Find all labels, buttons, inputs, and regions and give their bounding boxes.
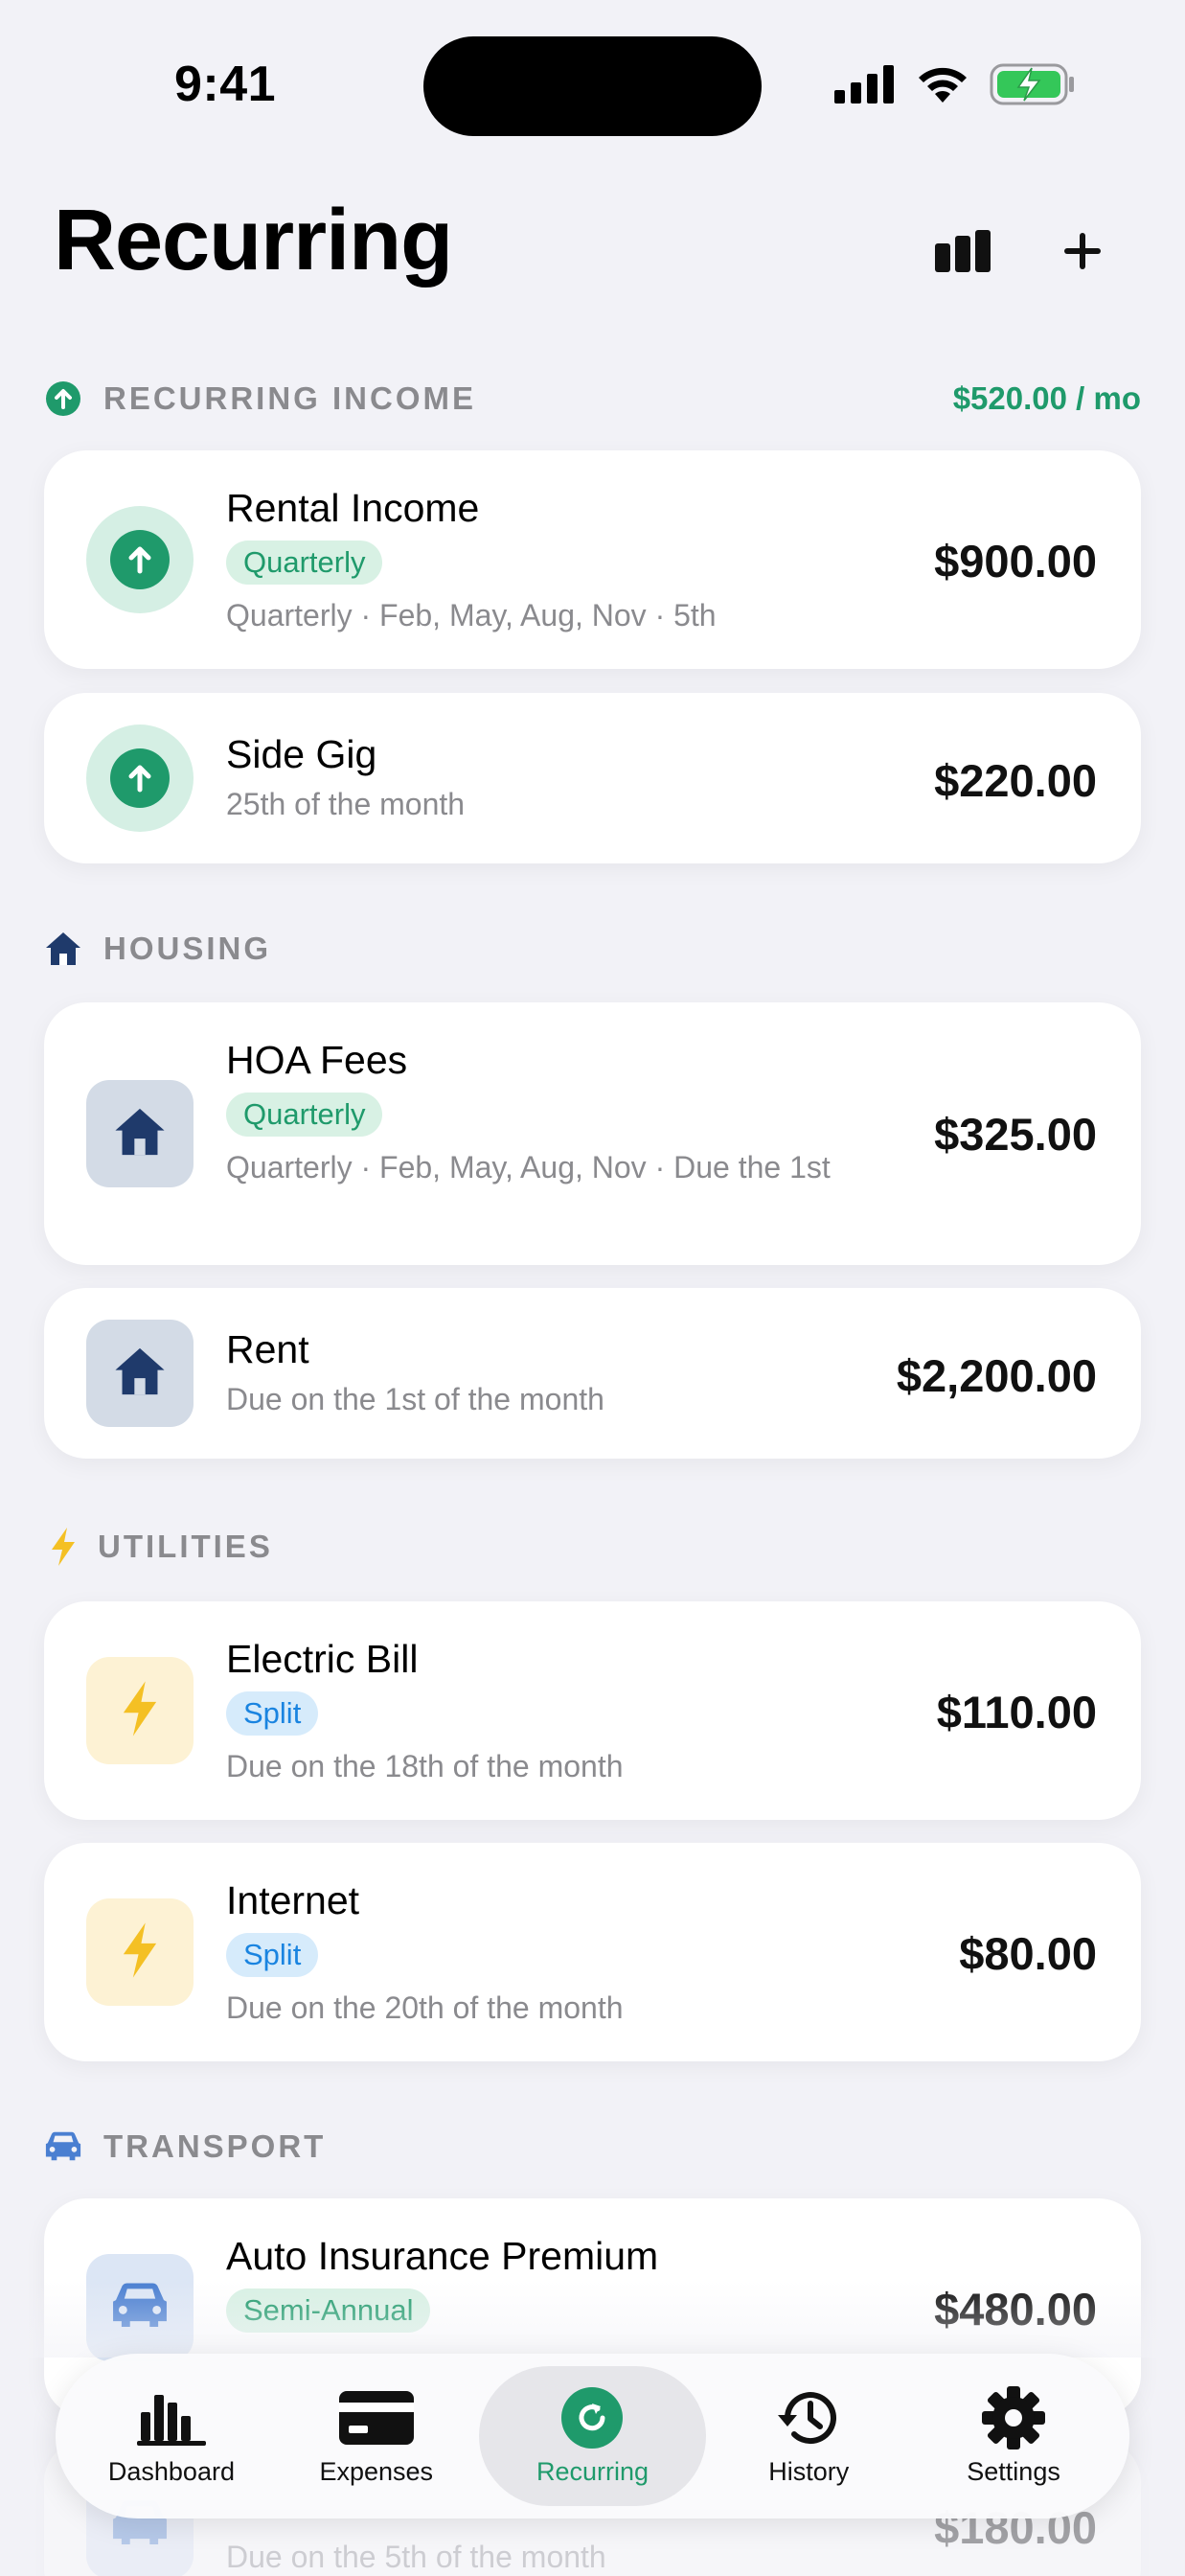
section-label: RECURRING INCOME	[103, 380, 477, 416]
item-schedule: Due on the 5th of the month	[226, 2540, 606, 2574]
item-schedule: Quarterly · Feb, May, Aug, Nov · 5th	[226, 598, 717, 632]
item-info: Electric Bill Split Due on the 18th of t…	[226, 1636, 854, 1787]
credit-card-icon	[338, 2386, 414, 2450]
tab-label: Recurring	[536, 2456, 649, 2486]
section-header-housing: HOUSING	[44, 930, 1141, 968]
item-name: Electric Bill	[226, 1637, 419, 1681]
recurring-item-hoa-fees[interactable]: HOA Fees Quarterly Quarterly · Feb, May,…	[44, 1002, 1141, 1265]
item-amount: $900.00	[934, 536, 1097, 586]
item-schedule: Quarterly · Feb, May, Aug, Nov · Due the…	[226, 1150, 831, 1184]
tab-settings[interactable]: Settings	[911, 2366, 1116, 2506]
item-name: Rent	[226, 1327, 309, 1371]
item-info: Internet Split Due on the 20th of the mo…	[226, 1877, 854, 2029]
item-info: Rent Due on the 1st of the month	[226, 1326, 854, 1420]
item-amount: $110.00	[936, 1687, 1097, 1737]
item-info: Due on the 5th of the month	[226, 2536, 854, 2576]
split-badge: Split	[226, 1933, 319, 1977]
history-icon	[774, 2386, 843, 2450]
item-schedule: Due on the 20th of the month	[226, 1990, 624, 2025]
item-amount: $480.00	[934, 2284, 1097, 2334]
recurring-screen: 9:41 Recurring RECURRING INCOME $520.00 …	[0, 0, 1185, 2576]
utilities-avatar	[86, 1657, 194, 1764]
utilities-avatar	[86, 1898, 194, 2006]
transport-avatar	[86, 2254, 194, 2361]
item-schedule: Due on the 1st of the month	[226, 1382, 604, 1416]
section-header-transport: TRANSPORT	[44, 2128, 1141, 2166]
arrow-up-icon	[110, 530, 170, 589]
add-recurring-button[interactable]	[1046, 217, 1119, 289]
arrow-up-circle-icon	[44, 380, 82, 418]
housing-avatar	[86, 1320, 194, 1427]
income-avatar	[86, 506, 194, 613]
status-time: 9:41	[174, 57, 277, 112]
item-schedule: Due on the 18th of the month	[226, 1749, 624, 1783]
item-name: Auto Insurance Premium	[226, 2234, 659, 2278]
bar-chart-icon	[136, 2386, 206, 2450]
wifi-icon	[915, 64, 970, 109]
recurring-item-rental-income[interactable]: Rental Income Quarterly Quarterly · Feb,…	[44, 450, 1141, 669]
bolt-icon	[121, 1680, 159, 1741]
item-info: Side Gig 25th of the month	[226, 731, 854, 825]
tab-label: Expenses	[319, 2456, 434, 2486]
arrow-up-icon	[110, 748, 170, 808]
recurring-item-electric-bill[interactable]: Electric Bill Split Due on the 18th of t…	[44, 1601, 1141, 1820]
tab-label: Settings	[967, 2456, 1060, 2486]
bar-chart-icon	[935, 229, 992, 277]
tab-history[interactable]: History	[706, 2366, 911, 2506]
section-label: HOUSING	[103, 931, 272, 966]
frequency-badge: Quarterly	[226, 540, 383, 585]
item-name: HOA Fees	[226, 1038, 408, 1082]
recurring-item-rent[interactable]: Rent Due on the 1st of the month $2,200.…	[44, 1288, 1141, 1459]
page-title: Recurring	[54, 193, 453, 288]
plus-icon	[1062, 231, 1103, 276]
tab-expenses[interactable]: Expenses	[274, 2366, 479, 2506]
gear-icon	[981, 2385, 1046, 2450]
battery-charging-icon	[990, 63, 1076, 110]
section-label: UTILITIES	[98, 1529, 273, 1564]
item-name: Internet	[226, 1878, 360, 1922]
frequency-badge: Semi-Annual	[226, 2288, 431, 2333]
chart-view-button[interactable]	[927, 217, 1000, 289]
car-icon	[44, 2128, 82, 2166]
bolt-icon	[121, 1921, 159, 1983]
item-info: Rental Income Quarterly Quarterly · Feb,…	[226, 485, 854, 636]
income-avatar	[86, 724, 194, 832]
item-schedule: 25th of the month	[226, 787, 466, 821]
status-icons	[834, 63, 1076, 110]
item-amount: $2,200.00	[896, 1350, 1097, 1401]
item-name: Rental Income	[226, 486, 480, 530]
tab-bar: Dashboard Expenses Recurring History Set…	[56, 2354, 1129, 2518]
item-amount: $220.00	[934, 755, 1097, 806]
housing-avatar	[86, 1080, 194, 1187]
house-icon	[44, 930, 82, 968]
section-header-utilities: UTILITIES	[44, 1528, 1141, 1566]
house-icon	[112, 1346, 168, 1402]
recurring-item-side-gig[interactable]: Side Gig 25th of the month $220.00	[44, 693, 1141, 863]
recurring-icon	[561, 2386, 624, 2450]
item-name: Side Gig	[226, 732, 377, 776]
tab-dashboard[interactable]: Dashboard	[69, 2366, 274, 2506]
item-info: HOA Fees Quarterly Quarterly · Feb, May,…	[226, 1037, 854, 1188]
item-info: Auto Insurance Premium Semi-Annual	[226, 2233, 854, 2333]
frequency-badge: Quarterly	[226, 1092, 383, 1137]
tab-label: Dashboard	[107, 2456, 235, 2486]
house-icon	[112, 1106, 168, 1162]
car-icon	[110, 2282, 170, 2334]
dynamic-island	[423, 36, 762, 136]
section-header-income: RECURRING INCOME $520.00 / mo	[44, 380, 1141, 418]
bolt-icon	[44, 1528, 82, 1566]
split-badge: Split	[226, 1691, 319, 1736]
income-monthly-total: $520.00 / mo	[952, 380, 1141, 416]
cellular-signal-icon	[834, 65, 896, 108]
recurring-item-internet[interactable]: Internet Split Due on the 20th of the mo…	[44, 1843, 1141, 2061]
item-amount: $80.00	[959, 1928, 1097, 1979]
section-label: TRANSPORT	[103, 2128, 327, 2164]
tab-label: History	[768, 2456, 850, 2486]
item-amount: $325.00	[934, 1109, 1097, 1160]
tab-recurring[interactable]: Recurring	[478, 2366, 707, 2506]
